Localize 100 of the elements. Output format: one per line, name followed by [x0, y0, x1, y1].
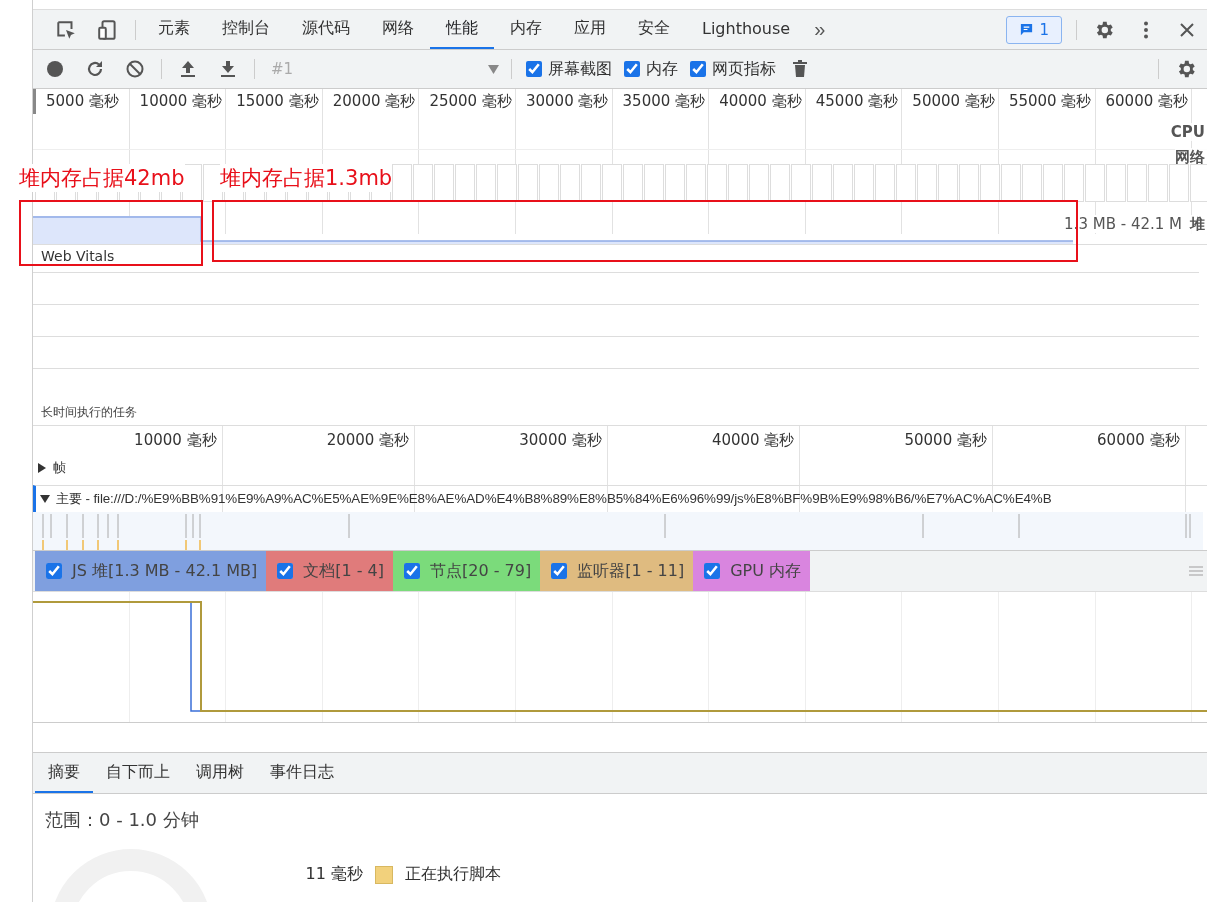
clear-icon[interactable]: [125, 59, 145, 79]
duration-value: 11 毫秒: [304, 864, 363, 885]
record-icon[interactable]: [45, 59, 65, 79]
section-label: 长时间执行的任务: [40, 403, 138, 421]
screenshot-thumbnail: [1022, 164, 1042, 202]
panel-tab[interactable]: 内存: [494, 10, 558, 49]
screenshot-thumbnail: [1043, 164, 1063, 202]
panel-tab[interactable]: 安全: [622, 10, 686, 49]
inspect-icon[interactable]: [55, 18, 77, 41]
more-tabs-button[interactable]: »: [806, 18, 834, 41]
upload-icon[interactable]: [178, 59, 198, 79]
screenshot-thumbnail: [455, 164, 475, 202]
time-tick-label: 10000 毫秒: [134, 431, 217, 449]
time-tick-label: 5000 毫秒: [46, 92, 119, 110]
time-tick-label: 35000 毫秒: [622, 92, 706, 110]
checkbox[interactable]: [46, 563, 62, 579]
checkbox-label: 内存: [646, 58, 678, 80]
time-tick-label: 50000 毫秒: [912, 92, 995, 110]
annotation-text: 堆内存占据1.3mb: [220, 164, 393, 192]
message-count: 1: [1039, 20, 1049, 39]
time-tick-label: 20000 毫秒: [332, 92, 416, 110]
panel-tab[interactable]: 应用: [558, 10, 622, 49]
checkbox[interactable]: [551, 563, 568, 579]
details-tab[interactable]: 事件日志: [257, 753, 347, 793]
screenshot-thumbnail: [581, 164, 601, 202]
checkbox-label: 屏幕截图: [548, 58, 612, 80]
screenshot-thumbnail: [770, 164, 790, 202]
recording-name: #1: [271, 60, 294, 78]
time-tick-label: 50000 毫秒: [904, 431, 987, 449]
counter-legend-item[interactable]: GPU 内存: [693, 551, 810, 591]
screenshot-thumbnail: [833, 164, 853, 202]
screenshot-thumbnail: [1106, 164, 1126, 202]
details-tab[interactable]: 调用树: [183, 753, 257, 793]
screenshot-thumbnail: [434, 164, 454, 202]
checkbox-label: 网页指标: [712, 58, 776, 80]
screenshot-thumbnail: [518, 164, 538, 202]
time-tick-label: 15000 毫秒: [236, 92, 319, 110]
counter-legend-item[interactable]: JS 堆[1.3 MB - 42.1 MB]: [35, 551, 267, 591]
counter-label: 监听器[1 - 11]: [577, 560, 685, 582]
screenshot-thumbnail: [623, 164, 643, 202]
time-tick-label: 30000 毫秒: [519, 431, 602, 449]
screenshot-thumbnail: [749, 164, 769, 202]
download-icon[interactable]: [218, 59, 238, 79]
panel-tab[interactable]: Lighthouse: [686, 10, 807, 49]
dropdown-caret-icon: [488, 64, 499, 74]
screenshot-thumbnail: [812, 164, 832, 202]
screenshot-thumbnail: [539, 164, 559, 202]
time-tick-label: 20000 毫秒: [326, 431, 410, 449]
annotation-text: 堆内存占据42mb: [19, 164, 185, 192]
time-tick-label: 60000 毫秒: [1097, 431, 1180, 449]
screenshot-thumbnail: [728, 164, 748, 202]
checkbox[interactable]: [690, 61, 706, 77]
screenshot-thumbnail: [1127, 164, 1147, 202]
screenshot-thumbnail: [1148, 164, 1168, 202]
reload-icon[interactable]: [85, 59, 105, 79]
screenshot-thumbnail: [854, 164, 874, 202]
screenshot-thumbnail: [392, 164, 412, 202]
counter-legend-item[interactable]: 节点[20 - 79]: [393, 551, 541, 591]
screenshot-thumbnail: [476, 164, 496, 202]
checkbox[interactable]: [277, 563, 294, 579]
panel-tab[interactable]: 网络: [366, 10, 430, 49]
screenshot-thumbnail: [1064, 164, 1084, 202]
panel-tab[interactable]: 控制台: [206, 10, 286, 49]
time-tick-label: 40000 毫秒: [711, 431, 795, 449]
counter-label: JS 堆[1.3 MB - 42.1 MB]: [72, 560, 258, 582]
range-label: 范围：0 - 1.0 分钟: [45, 808, 200, 832]
screenshot-thumbnail: [959, 164, 979, 202]
track-header[interactable]: 帧: [33, 459, 70, 477]
screenshot-thumbnail: [560, 164, 580, 202]
checkbox[interactable]: [526, 61, 542, 77]
screenshot-thumbnail: [917, 164, 937, 202]
category-label: 正在执行脚本: [405, 864, 501, 885]
track-title: 帧: [53, 459, 66, 477]
time-tick-label: 40000 毫秒: [719, 92, 802, 110]
time-tick-label: 55000 毫秒: [1008, 92, 1092, 110]
details-tab[interactable]: 自下而上: [93, 753, 183, 793]
counter-legend-item[interactable]: 监听器[1 - 11]: [540, 551, 694, 591]
panel-tab[interactable]: 源代码: [286, 10, 366, 49]
track-label: 堆: [1190, 214, 1207, 234]
checkbox[interactable]: [404, 563, 420, 579]
screenshot-thumbnail: [1001, 164, 1021, 202]
checkbox[interactable]: [704, 563, 721, 579]
counter-label: 节点[20 - 79]: [430, 560, 532, 582]
details-tab[interactable]: 摘要: [35, 753, 93, 793]
time-tick-label: 10000 毫秒: [139, 92, 223, 110]
screenshot-thumbnail: [1169, 164, 1189, 202]
device-icon[interactable]: [97, 18, 119, 41]
time-tick-label: 60000 毫秒: [1105, 92, 1189, 110]
counter-label: GPU 内存: [730, 560, 801, 582]
counter-label: 文档[1 - 4]: [303, 560, 384, 582]
messages-badge[interactable]: 1: [1006, 15, 1062, 44]
screenshot-thumbnail: [875, 164, 895, 202]
time-tick-label: 30000 毫秒: [525, 92, 609, 110]
screenshot-thumbnail: [938, 164, 958, 202]
screenshot-thumbnail: [665, 164, 685, 202]
checkbox[interactable]: [624, 61, 640, 77]
drag-handle-icon[interactable]: [1189, 566, 1203, 576]
trash-icon[interactable]: [790, 59, 810, 79]
panel-tab[interactable]: 元素: [142, 10, 206, 49]
section-title: Web Vitals: [40, 247, 116, 266]
